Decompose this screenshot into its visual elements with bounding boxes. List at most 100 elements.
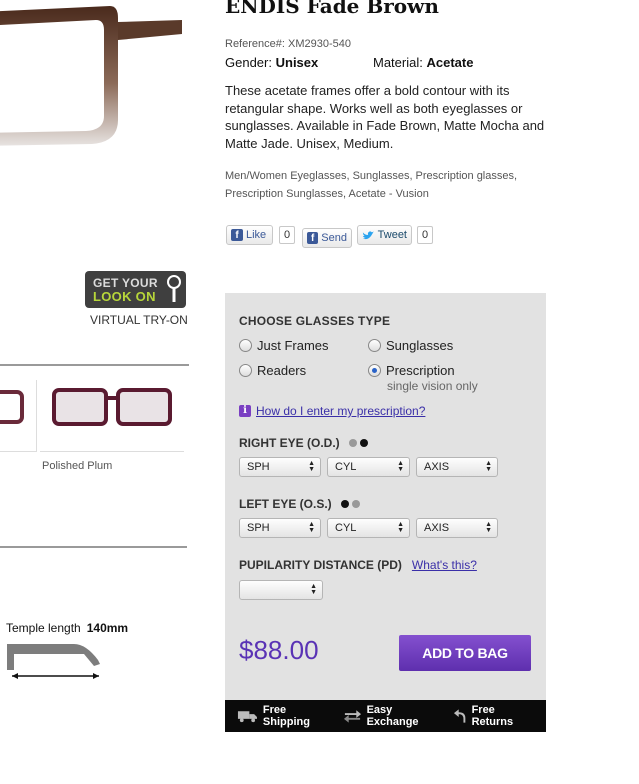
eye-dot-icon <box>340 500 349 508</box>
product-title: ENDIS Fade Brown <box>225 0 439 18</box>
benefits-bar: Free Shipping Easy Exchange Free Returns <box>225 700 546 732</box>
tryon-label: VIRTUAL TRY-ON <box>90 313 188 327</box>
tweet-label: Tweet <box>377 229 407 241</box>
left-axis-select[interactable]: AXIS ▲ ▼ <box>416 518 498 538</box>
material-value: Acetate <box>426 55 474 70</box>
return-arrow-icon <box>454 709 466 723</box>
facebook-icon: f <box>231 229 243 241</box>
radio-sunglasses[interactable]: Sunglasses <box>368 338 453 353</box>
select-arrows-icon: ▲ ▼ <box>308 460 315 473</box>
select-arrows-icon: ▲ ▼ <box>485 521 492 534</box>
radio-label: Prescription <box>386 363 455 378</box>
exchange-arrows-icon <box>343 710 361 723</box>
product-tags: Men/Women Eyeglasses, Sunglasses, Prescr… <box>225 170 518 200</box>
temple-diagram-icon <box>7 644 100 679</box>
prescription-subtext: single vision only <box>387 379 478 393</box>
temple-length-value: 140mm <box>86 621 129 635</box>
radio-label: Sunglasses <box>386 338 454 353</box>
reference-number: Reference#: XM2930-540 <box>225 38 351 50</box>
free-shipping: Free Shipping <box>237 704 333 728</box>
select-arrows-icon: ▲ ▼ <box>485 460 492 473</box>
virtual-tryon-button[interactable]: GET YOUR LOOK ON <box>85 271 186 308</box>
select-arrows-icon: ▲ ▼ <box>397 521 404 534</box>
radio-button[interactable] <box>239 364 252 377</box>
eye-dot-icon <box>359 439 368 447</box>
facebook-send-button[interactable]: f Send <box>302 228 352 248</box>
tweet-button[interactable]: Tweet <box>357 225 412 245</box>
reference-value: XM2930-540 <box>288 38 351 50</box>
select-arrows-icon: ▲ ▼ <box>310 583 317 596</box>
radio-button[interactable] <box>368 339 381 352</box>
radio-label: Readers <box>257 363 307 378</box>
benefit-label: Easy Exchange <box>366 704 419 728</box>
send-label: Send <box>321 232 347 244</box>
radio-readers[interactable]: Readers <box>239 363 306 378</box>
prescription-help[interactable]: i How do I enter my prescription? <box>239 404 425 418</box>
swatch-glasses-icon <box>0 390 24 424</box>
truck-icon <box>237 711 257 723</box>
select-value: CYL <box>335 461 357 473</box>
product-description: These acetate frames offer a bold contou… <box>225 83 545 151</box>
left-cyl-select[interactable]: CYL ▲ ▼ <box>327 518 410 538</box>
material-info: Material: Acetate <box>373 55 473 70</box>
add-to-bag-button[interactable]: ADD TO BAG <box>399 635 531 671</box>
tweet-count: 0 <box>417 226 433 244</box>
tryon-line2: LOOK ON <box>93 289 156 304</box>
pd-label: PUPILARITY DISTANCE (PD) <box>239 558 402 572</box>
right-sph-select[interactable]: SPH ▲ ▼ <box>239 457 321 477</box>
facebook-like-button[interactable]: f Like <box>226 225 273 245</box>
magnifier-icon <box>167 275 181 302</box>
gender-label: Gender: <box>225 55 272 70</box>
swatch-label: Polished Plum <box>42 460 113 472</box>
select-arrows-icon: ▲ ▼ <box>397 460 404 473</box>
like-count: 0 <box>279 226 295 244</box>
gender-info: Gender: Unisex <box>225 55 318 70</box>
radio-button-selected[interactable] <box>368 364 381 377</box>
facebook-icon: f <box>307 232 319 244</box>
select-value: AXIS <box>424 461 450 473</box>
easy-exchange: Easy Exchange <box>343 704 444 728</box>
eye-dot-icon <box>351 500 360 508</box>
right-axis-select[interactable]: AXIS ▲ ▼ <box>416 457 498 477</box>
select-value: SPH <box>247 522 270 534</box>
benefit-label: Free Returns <box>471 704 514 728</box>
left-sph-select[interactable]: SPH ▲ ▼ <box>239 518 321 538</box>
divider <box>0 364 189 366</box>
color-swatch-selected[interactable] <box>40 380 184 452</box>
panel-title: CHOOSE GLASSES TYPE <box>239 314 391 328</box>
divider <box>0 546 187 548</box>
gender-value: Unisex <box>275 55 319 70</box>
prescription-help-link[interactable]: How do I enter my prescription? <box>256 404 425 418</box>
free-returns: Free Returns <box>453 704 536 728</box>
reference-label: Reference#: <box>225 38 285 50</box>
select-value: CYL <box>335 522 357 534</box>
tryon-line1: GET YOUR <box>93 276 158 290</box>
twitter-icon <box>362 230 374 239</box>
info-icon: i <box>239 405 251 417</box>
pd-select[interactable]: ▲ ▼ <box>239 580 323 600</box>
select-arrows-icon: ▲ ▼ <box>308 521 315 534</box>
radio-label: Just Frames <box>257 338 329 353</box>
material-label: Material: <box>373 55 423 70</box>
radio-button[interactable] <box>239 339 252 352</box>
like-label: Like <box>246 229 267 241</box>
radio-just-frames[interactable]: Just Frames <box>239 338 329 353</box>
left-eye-label: LEFT EYE (O.S.) <box>239 497 360 511</box>
pd-help-link[interactable]: What's this? <box>412 558 477 572</box>
right-eye-text: RIGHT EYE (O.D.) <box>239 436 340 450</box>
color-swatch[interactable] <box>0 380 37 452</box>
benefit-label: Free Shipping <box>262 704 310 728</box>
right-cyl-select[interactable]: CYL ▲ ▼ <box>327 457 410 477</box>
product-price: $88.00 <box>239 635 319 665</box>
radio-prescription[interactable]: Prescription <box>368 363 455 378</box>
eye-dot-icon <box>348 439 357 447</box>
pd-row: PUPILARITY DISTANCE (PD) What's this? <box>239 558 477 572</box>
eyeglasses-image <box>0 6 182 146</box>
select-value: SPH <box>247 461 270 473</box>
left-eye-text: LEFT EYE (O.S.) <box>239 497 332 511</box>
glasses-options-panel: CHOOSE GLASSES TYPE Just Frames Sunglass… <box>225 293 546 700</box>
select-value: AXIS <box>424 522 450 534</box>
temple-length: Temple length 140mm <box>6 621 128 635</box>
product-image <box>0 0 185 150</box>
temple-length-label: Temple length <box>6 621 81 635</box>
